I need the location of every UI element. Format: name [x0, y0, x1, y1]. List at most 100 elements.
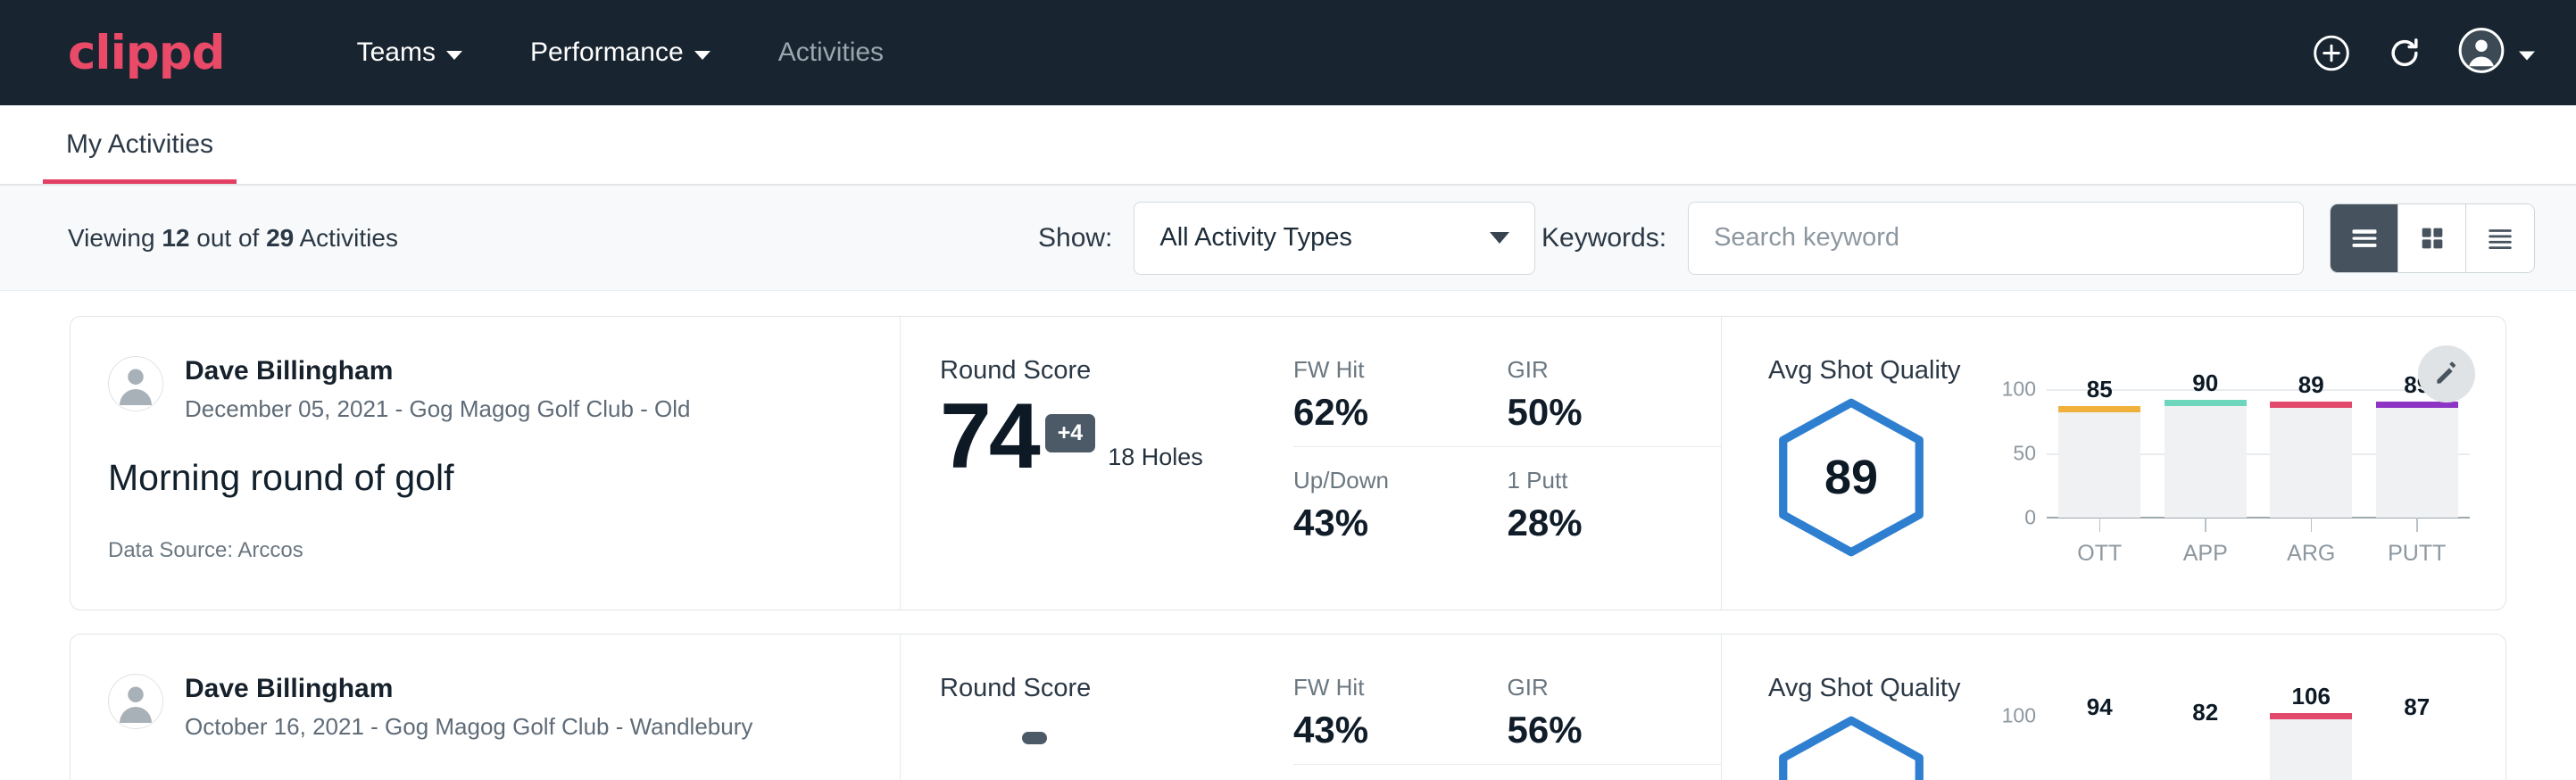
chevron-down-icon — [446, 51, 462, 60]
stat-fw-hit-value: 62% — [1293, 391, 1472, 434]
avatar — [108, 674, 163, 729]
main-nav-links: Teams Performance Activities — [323, 37, 918, 68]
round-score-row: 74 +4 18 Holes — [940, 394, 1293, 480]
activity-data-source: Data Source: Arccos — [108, 538, 900, 563]
stat-fw-hit: FW Hit 43% — [1293, 674, 1508, 765]
bar-slot-app: 90 — [2165, 389, 2247, 518]
shot-quality-bar-chart: 100 50 0 85 — [1988, 389, 2470, 568]
chevron-down-icon — [694, 51, 710, 60]
nav-item-activities[interactable]: Activities — [744, 37, 918, 68]
activity-type-select[interactable]: All Activity Types — [1134, 202, 1535, 275]
x-label-ott: OTT — [2058, 541, 2140, 567]
account-menu[interactable] — [2458, 28, 2535, 79]
shot-quality-hexagon: 89 — [1768, 394, 1934, 560]
bar-value-app: 90 — [2165, 369, 2247, 397]
tab-my-activities-label: My Activities — [66, 129, 213, 159]
view-mode-toggle-group — [2330, 203, 2535, 273]
chart-plot-area: 94 82 106 — [2047, 707, 2470, 780]
chart-y-axis: 100 50 0 — [1988, 389, 2043, 518]
activity-card[interactable]: Dave Billingham October 16, 2021 - Gog M… — [70, 634, 2506, 780]
stat-one-putt: 1 Putt 28% — [1508, 447, 1722, 544]
search-input[interactable] — [1688, 202, 2304, 275]
stat-gir-label: GIR — [1508, 674, 1686, 701]
stat-fw-hit: FW Hit 62% — [1293, 356, 1508, 447]
round-stats-column: FW Hit 43% GIR 56% — [1293, 635, 1722, 780]
chart-x-axis: OTT APP ARG PUTT — [2047, 518, 2470, 567]
edit-activity-button[interactable] — [2418, 345, 2475, 402]
x-label-app: APP — [2165, 541, 2247, 567]
stat-up-down-label: Up/Down — [1293, 467, 1472, 494]
avg-shot-quality-row: 100 94 82 106 — [1768, 707, 2505, 780]
bar-cap-ott — [2058, 406, 2140, 412]
stat-fw-hit-value: 43% — [1293, 709, 1472, 751]
avg-shot-quality-value: 89 — [1768, 394, 1934, 560]
viewing-count: 12 — [162, 224, 189, 252]
chevron-down-icon — [1490, 232, 1509, 244]
bar-cap-app — [2165, 400, 2247, 406]
bar-arg — [2270, 408, 2352, 518]
bar-cap-putt — [2376, 402, 2458, 408]
avg-shot-quality-column: Avg Shot Quality 100 94 — [1722, 635, 2505, 780]
activity-author: Dave Billingham October 16, 2021 - Gog M… — [108, 674, 900, 741]
bar-cap-arg — [2270, 402, 2352, 408]
refresh-icon[interactable] — [2385, 33, 2424, 72]
compact-list-view-icon[interactable] — [2466, 204, 2534, 272]
bar-value-putt: 87 — [2376, 693, 2458, 721]
nav-item-performance[interactable]: Performance — [496, 37, 744, 68]
chart-bars: 85 90 — [2047, 389, 2470, 518]
stat-gir-value: 50% — [1508, 391, 1686, 434]
chart-y-axis: 100 — [1988, 707, 2043, 780]
round-stats-column: FW Hit 62% GIR 50% Up/Down 43% 1 Putt 28… — [1293, 317, 1722, 610]
app-logo[interactable]: clippd — [68, 29, 225, 77]
x-tickmark — [2099, 518, 2101, 532]
stat-up-down: Up/Down 43% — [1293, 447, 1508, 544]
viewing-prefix: Viewing — [68, 224, 162, 252]
activity-meta: October 16, 2021 - Gog Magog Golf Club -… — [185, 713, 752, 741]
x-tickmark — [2416, 518, 2418, 532]
bar-slot-ott: 85 — [2058, 389, 2140, 518]
filter-toolbar: Viewing 12 out of 29 Activities Show: Al… — [0, 186, 2576, 291]
tab-bar: My Activities — [0, 105, 2576, 186]
stat-up-down-value: 43% — [1293, 502, 1472, 544]
activity-summary-column: Dave Billingham October 16, 2021 - Gog M… — [71, 635, 901, 780]
plus-circle-icon[interactable] — [2312, 33, 2351, 72]
round-score-label: Round Score — [940, 674, 1293, 703]
nav-item-teams-label: Teams — [357, 37, 436, 68]
stat-gir-value: 56% — [1508, 709, 1686, 751]
shot-quality-hexagon — [1768, 712, 1934, 780]
x-tickmark — [2311, 518, 2313, 532]
list-view-icon[interactable] — [2331, 204, 2398, 272]
bar-slot-putt: 89 — [2376, 389, 2458, 518]
x-label-putt: PUTT — [2376, 541, 2458, 567]
round-score-column: Round Score 74 +4 18 Holes — [901, 317, 1293, 610]
bar-putt — [2376, 408, 2458, 518]
show-filter-group: Show: All Activity Types — [1038, 202, 1535, 275]
round-score-row — [940, 712, 1293, 744]
score-to-par-badge: +4 — [1045, 414, 1096, 452]
bar-value-arg: 89 — [2270, 371, 2352, 399]
bar-slot-arg: 106 — [2270, 707, 2352, 780]
y-tick-100: 100 — [2002, 378, 2036, 402]
avatar — [108, 356, 163, 411]
tab-my-activities[interactable]: My Activities — [43, 129, 237, 184]
show-label: Show: — [1038, 223, 1112, 253]
activity-summary-column: Dave Billingham December 05, 2021 - Gog … — [71, 317, 901, 610]
round-score-column: Round Score — [901, 635, 1293, 780]
bar-cap-arg — [2270, 713, 2352, 719]
avg-shot-quality-row: 89 100 50 0 85 — [1768, 389, 2505, 568]
stat-gir-label: GIR — [1508, 356, 1686, 384]
account-avatar-icon — [2458, 28, 2505, 79]
grid-view-icon[interactable] — [2398, 204, 2466, 272]
bar-value-arg: 106 — [2270, 683, 2352, 710]
stat-gir: GIR 50% — [1508, 356, 1722, 447]
x-slot-ott: OTT — [2058, 518, 2140, 567]
player-name: Dave Billingham — [185, 674, 752, 705]
y-tick-0: 0 — [2024, 506, 2036, 530]
activity-card[interactable]: Dave Billingham December 05, 2021 - Gog … — [70, 316, 2506, 610]
chart-bars: 94 82 106 — [2047, 707, 2470, 780]
bar-slot-ott: 94 — [2058, 707, 2140, 780]
keywords-filter-group: Keywords: — [1541, 202, 2304, 275]
nav-item-teams[interactable]: Teams — [323, 37, 496, 68]
x-label-arg: ARG — [2270, 541, 2352, 567]
nav-item-performance-label: Performance — [530, 37, 684, 68]
